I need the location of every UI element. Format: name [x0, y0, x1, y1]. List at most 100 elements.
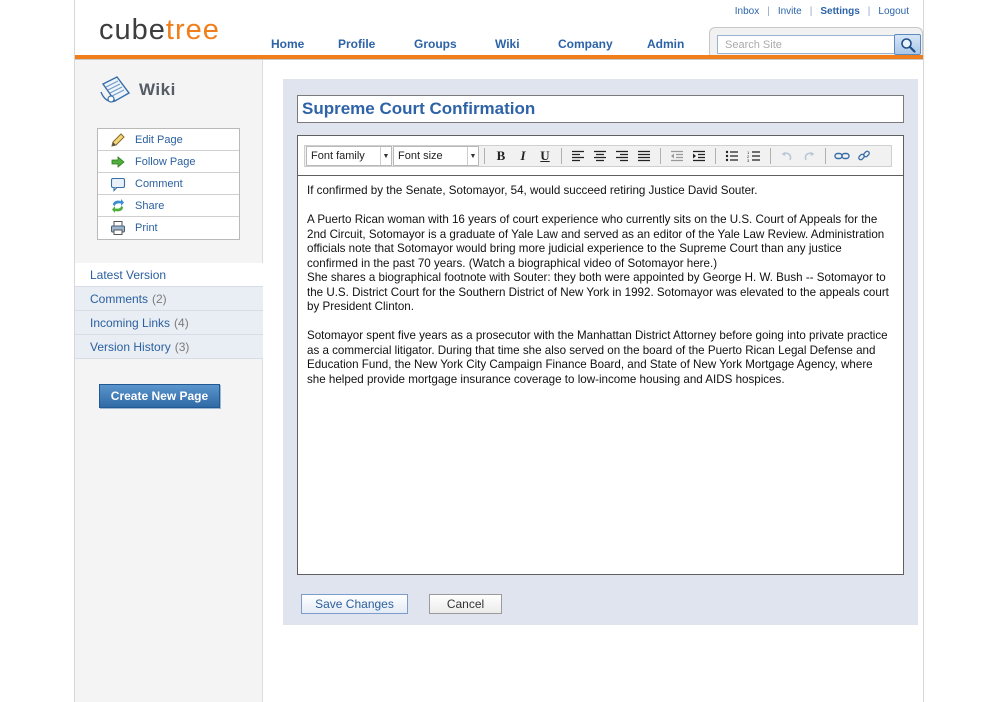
share-arrows-icon — [110, 198, 126, 214]
font-size-label: Font size — [398, 150, 443, 162]
inbox-link[interactable]: Inbox — [735, 6, 759, 17]
toolbar-separator — [660, 148, 661, 164]
search-icon — [900, 37, 916, 53]
justify-button[interactable] — [633, 146, 655, 166]
link-icon — [834, 152, 850, 160]
tab-version-history[interactable]: Version History (3) — [75, 335, 263, 359]
toolbar-separator — [770, 148, 771, 164]
wiki-document-icon — [100, 76, 131, 103]
redo-button[interactable] — [798, 146, 820, 166]
numbered-list-button[interactable]: 123 — [743, 146, 765, 166]
svg-text:3: 3 — [747, 158, 750, 162]
edit-page-action[interactable]: Edit Page — [98, 129, 239, 151]
toolbar-strip: Font family ▼ Font size ▼ B I U 1 2 3 — [304, 145, 892, 167]
font-family-label: Font family — [311, 150, 365, 162]
editor-toolbar: Font family ▼ Font size ▼ B I U 1 2 3 — [298, 136, 903, 176]
content-paragraph: Sotomayor spent five years as a prosecut… — [307, 329, 888, 386]
undo-button[interactable] — [776, 146, 798, 166]
tab-count: (3) — [174, 339, 190, 354]
toolbar-separator — [561, 148, 562, 164]
numbered-list-icon: 123 — [747, 150, 760, 162]
align-left-button[interactable] — [567, 146, 589, 166]
wiki-title: Wiki — [139, 80, 176, 99]
sidebar: Wiki Edit Page Follow Page Comment Share… — [75, 60, 263, 702]
tab-count: (4) — [174, 315, 189, 330]
main-nav: Home Profile Groups Wiki Company Admin — [271, 37, 697, 51]
toolbar-separator — [715, 148, 716, 164]
tab-comments[interactable]: Comments (2) — [75, 287, 263, 311]
tab-count: (2) — [152, 291, 167, 306]
nav-home[interactable]: Home — [271, 37, 338, 51]
unlink-button[interactable] — [853, 146, 875, 166]
printer-icon — [110, 220, 126, 236]
action-label: Edit Page — [135, 133, 183, 146]
align-center-icon — [594, 150, 606, 162]
version-tabs: Latest Version Comments (2) Incoming Lin… — [75, 263, 263, 359]
editor-content[interactable]: If confirmed by the Senate, Sotomayor, 5… — [298, 176, 903, 410]
print-action[interactable]: Print — [98, 217, 239, 239]
action-label: Follow Page — [135, 155, 196, 168]
redo-icon — [804, 151, 815, 161]
tab-incoming-links[interactable]: Incoming Links (4) — [75, 311, 263, 335]
comment-action[interactable]: Comment — [98, 173, 239, 195]
wiki-section-header: Wiki — [99, 74, 176, 106]
align-left-icon — [572, 150, 584, 162]
nav-profile[interactable]: Profile — [338, 37, 414, 51]
toolbar-separator — [484, 148, 485, 164]
indent-icon — [693, 150, 705, 162]
font-size-select[interactable]: Font size ▼ — [393, 146, 479, 166]
page-title-field[interactable] — [297, 95, 904, 123]
content-paragraph: If confirmed by the Senate, Sotomayor, 5… — [307, 184, 758, 197]
chevron-down-icon: ▼ — [467, 147, 478, 165]
save-changes-button[interactable]: Save Changes — [301, 594, 408, 614]
toolbar-separator — [825, 148, 826, 164]
align-center-button[interactable] — [589, 146, 611, 166]
underline-button[interactable]: U — [534, 146, 556, 166]
speech-bubble-icon — [110, 176, 126, 192]
bullet-list-button[interactable] — [721, 146, 743, 166]
cancel-button[interactable]: Cancel — [429, 594, 502, 614]
follow-page-action[interactable]: Follow Page — [98, 151, 239, 173]
settings-link[interactable]: Settings — [820, 6, 859, 17]
pencil-icon — [110, 132, 126, 148]
content-paragraph: She shares a biographical footnote with … — [307, 271, 889, 313]
create-new-page-button[interactable]: Create New Page — [99, 384, 220, 408]
action-label: Print — [135, 222, 158, 234]
tab-latest-version[interactable]: Latest Version — [75, 263, 263, 287]
logout-link[interactable]: Logout — [878, 6, 909, 17]
nav-admin[interactable]: Admin — [647, 37, 697, 51]
app-frame: cubetree Inbox | Invite | Settings | Log… — [74, 0, 924, 702]
justify-icon — [638, 150, 650, 162]
search-button[interactable] — [894, 34, 921, 55]
bullet-list-icon — [725, 150, 738, 162]
search-input[interactable] — [717, 35, 895, 54]
outdent-button[interactable] — [666, 146, 688, 166]
link-separator: | — [867, 6, 871, 17]
top-links: Inbox | Invite | Settings | Logout — [735, 6, 909, 17]
nav-company[interactable]: Company — [558, 37, 647, 51]
tab-label: Version History — [90, 339, 171, 354]
link-separator: | — [809, 6, 813, 17]
italic-button[interactable]: I — [512, 146, 534, 166]
bold-button[interactable]: B — [490, 146, 512, 166]
page-actions-list: Edit Page Follow Page Comment Share Prin… — [97, 128, 240, 240]
insert-link-button[interactable] — [831, 146, 853, 166]
cubetree-logo[interactable]: cubetree — [99, 14, 220, 47]
share-action[interactable]: Share — [98, 195, 239, 217]
link-separator: | — [767, 6, 770, 17]
outdent-icon — [671, 150, 683, 162]
arrow-right-icon — [110, 154, 126, 170]
align-right-icon — [616, 150, 628, 162]
action-label: Share — [135, 199, 165, 212]
nav-groups[interactable]: Groups — [414, 37, 495, 51]
edit-panel: Font family ▼ Font size ▼ B I U — [283, 79, 918, 625]
nav-wiki[interactable]: Wiki — [495, 37, 558, 51]
unlink-icon — [858, 150, 870, 161]
logo-part-2: tree — [165, 14, 220, 46]
invite-link[interactable]: Invite — [778, 6, 802, 17]
logo-part-1: cube — [99, 14, 166, 46]
indent-button[interactable] — [688, 146, 710, 166]
align-right-button[interactable] — [611, 146, 633, 166]
content-paragraph: A Puerto Rican woman with 16 years of co… — [307, 213, 885, 270]
font-family-select[interactable]: Font family ▼ — [306, 146, 392, 166]
